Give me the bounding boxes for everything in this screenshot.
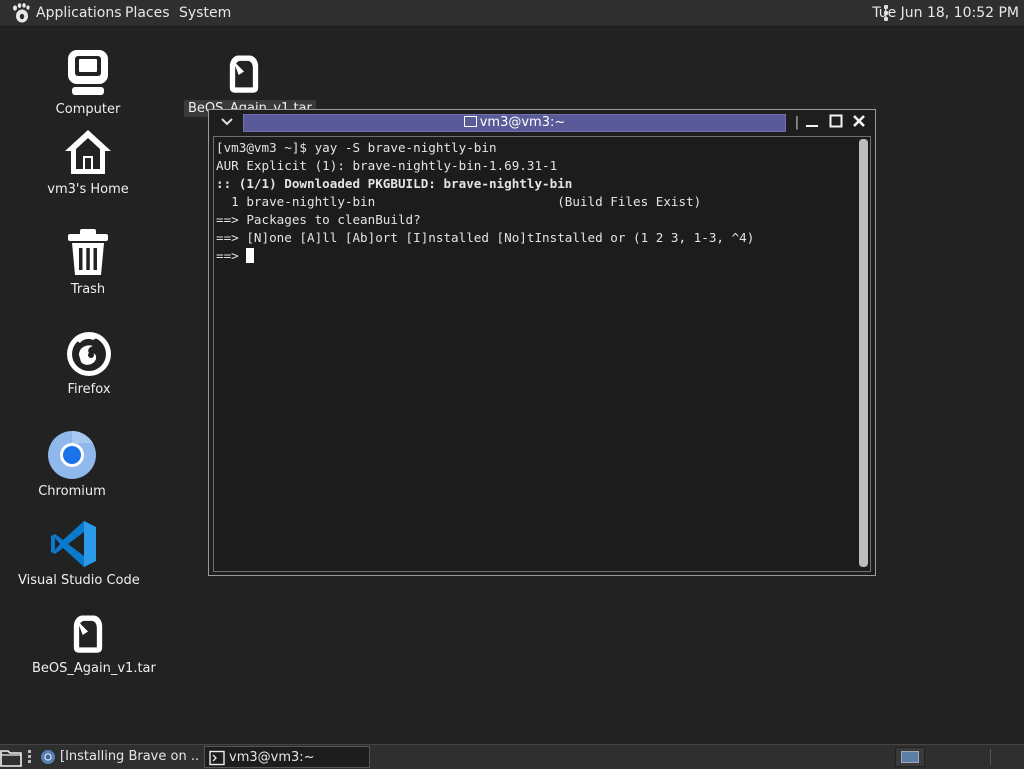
desktop-icon-label: Trash [66,281,110,298]
terminal-line: [vm3@vm3 ~]$ yay -S brave-nightly-bin [216,140,497,155]
terminal-icon [463,116,477,127]
chevron-down-icon [221,118,233,126]
maximize-button[interactable] [826,114,846,132]
archive-file-icon [229,55,259,93]
bottom-panel: [Installing Brave on ... vm3@vm3:~ [0,744,1024,769]
title-strip[interactable]: vm3@vm3:~ [243,114,786,132]
panel-separator [990,749,991,765]
clock[interactable]: Tue Jun 18, 10:52 PM [872,0,1019,26]
applications-menu[interactable]: Applications [8,0,122,26]
terminal-prompt-line: ==> [216,247,856,265]
top-panel: Applications Places System Tue Jun 18, 1… [0,0,1024,27]
taskbar-item-label: [Installing Brave on ... [60,749,200,764]
terminal-icon [209,750,225,766]
desktop-icon-computer[interactable]: Computer [48,47,128,118]
gnome-foot-icon [13,3,30,23]
chromium-icon [48,431,96,479]
window-titlebar[interactable]: vm3@vm3:~ | [209,110,875,136]
taskbar-item-label: vm3@vm3:~ [229,750,315,765]
desktop-icon-label: vm3's Home [43,181,133,198]
terminal-line: ==> Packages to cleanBuild? [216,212,421,227]
terminal-line: ==> [N]one [A]ll [Ab]ort [I]nstalled [No… [216,230,755,245]
desktop-icon-beos-archive[interactable]: BeOS_Again_v1.tar [28,612,160,677]
system-menu[interactable]: System [179,0,231,26]
desktop-icon-label: Chromium [34,483,110,500]
close-button[interactable] [849,114,869,132]
desktop-icon-label: Visual Studio Code [14,572,144,589]
window-title-text: vm3@vm3:~ [479,115,566,130]
panel-separator[interactable] [28,750,31,764]
terminal-window[interactable]: vm3@vm3:~ | [vm3@vm3 ~]$ yay -S brave-ni… [208,109,876,576]
terminal-line: AUR Explicit (1): brave-nightly-bin-1.69… [216,158,558,173]
browser-icon [41,750,55,764]
home-icon [65,130,111,174]
terminal-line: 1 brave-nightly-bin (Build Files Exist) [216,194,702,209]
desktop-icon-home[interactable]: vm3's Home [36,127,140,198]
minimize-button[interactable] [802,114,822,132]
taskbar-item-browser[interactable]: [Installing Brave on ... [36,746,200,768]
trash-icon [68,229,108,275]
desktop-icon-label: BeOS_Again_v1.tar [28,660,160,677]
desktop-icon-beos-archive[interactable]: BeOS_Again_v1.tar [184,52,316,117]
firefox-icon [67,332,111,376]
show-desktop-icon[interactable] [0,747,22,767]
scrollbar[interactable] [859,139,868,567]
applications-label: Applications [36,5,122,21]
desktop-icon-trash[interactable]: Trash [48,227,128,298]
scrollbar-thumb[interactable] [859,139,868,567]
desktop-icon-chromium[interactable]: Chromium [32,429,112,500]
terminal-output[interactable]: [vm3@vm3 ~]$ yay -S brave-nightly-bin AUR… [213,136,871,572]
desktop-icon-label: Computer [51,101,125,118]
text-cursor [246,248,255,263]
maximize-icon [829,114,843,128]
computer-icon [68,50,108,95]
window-menu-button[interactable] [219,116,235,130]
minimize-icon [806,125,818,127]
vscode-icon [51,521,96,567]
terminal-line: :: (1/1) Downloaded PKGBUILD: brave-nigh… [216,176,573,191]
terminal-text: [vm3@vm3 ~]$ yay -S brave-nightly-bin AUR… [216,139,856,265]
taskbar-item-terminal[interactable]: vm3@vm3:~ [204,746,370,768]
desktop-icon-label: Firefox [63,381,115,398]
close-icon [853,115,865,127]
desktop-icon-firefox[interactable]: Firefox [49,327,129,398]
terminal-prompt: ==> [216,248,247,263]
places-menu[interactable]: Places [125,0,170,26]
workspace-switcher[interactable] [895,747,925,767]
desktop-icon-vscode[interactable]: Visual Studio Code [14,518,144,589]
archive-file-icon [73,615,103,653]
window-title: vm3@vm3:~ [244,115,785,131]
